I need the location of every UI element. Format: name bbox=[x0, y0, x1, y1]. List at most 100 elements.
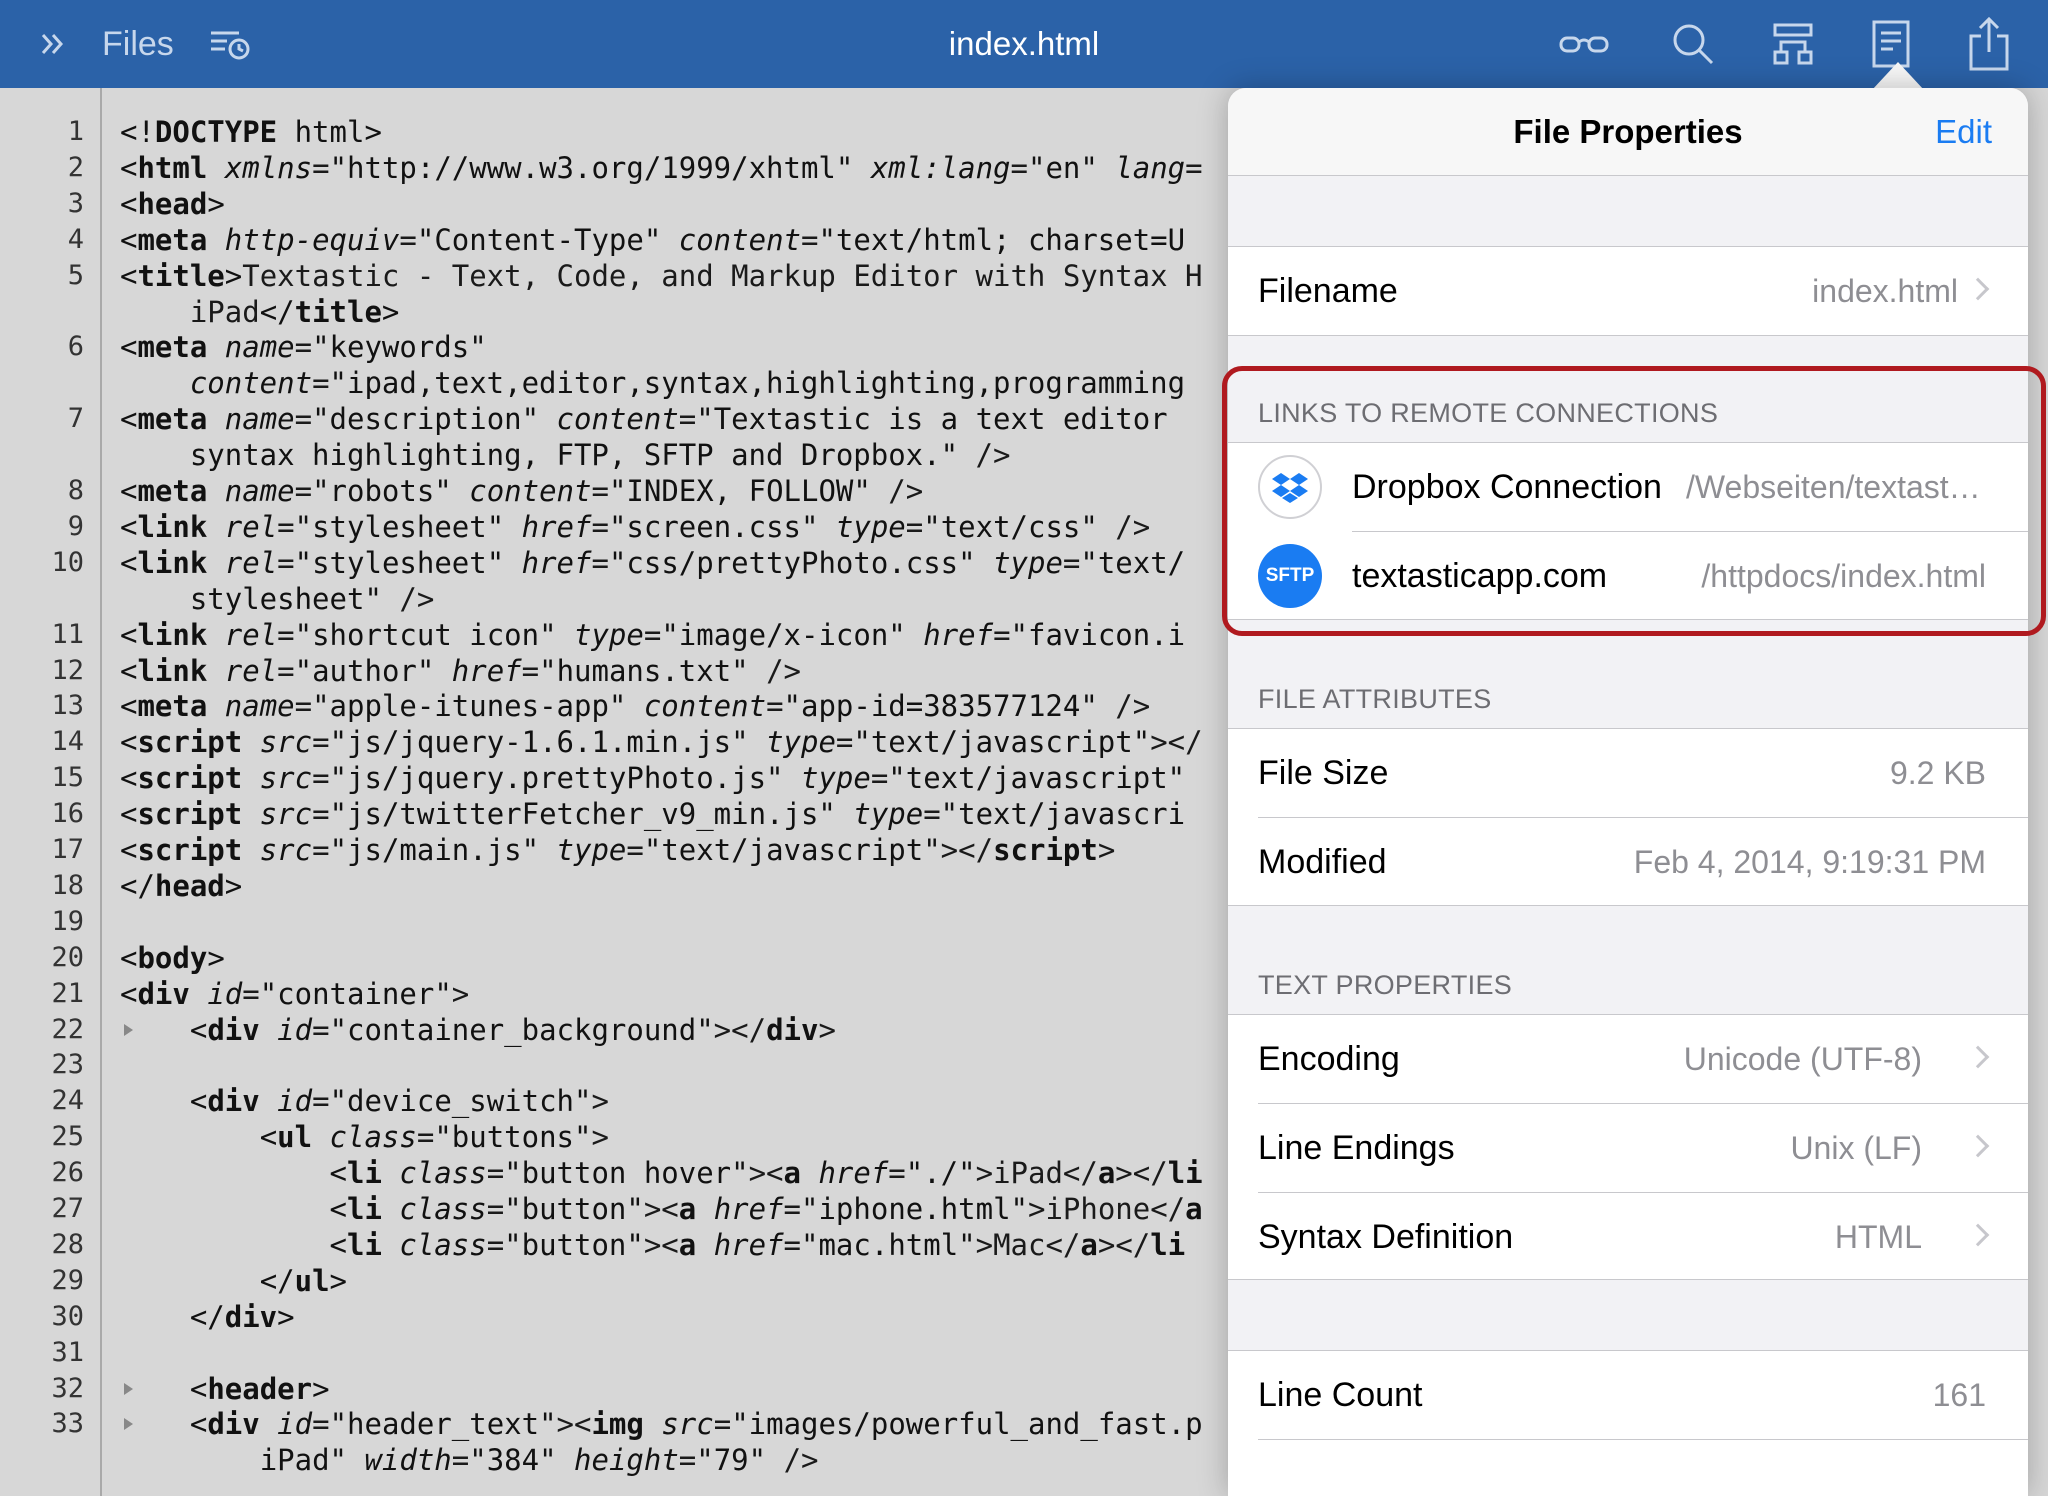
chevron-right-icon bbox=[1966, 1223, 1990, 1247]
remote-connections-group: Dropbox Connection /Webseiten/textastic/… bbox=[1228, 442, 2028, 620]
sftp-badge-text: SFTP bbox=[1265, 565, 1315, 586]
code-line: <meta name="apple-itunes-app" content="a… bbox=[120, 689, 1151, 724]
code-line: <link rel="shortcut icon" type="image/x-… bbox=[120, 617, 1186, 652]
line-number: 27 bbox=[51, 1193, 84, 1224]
search-icon[interactable] bbox=[1668, 0, 1718, 88]
filename-label: Filename bbox=[1258, 272, 1398, 310]
line-endings-row[interactable]: Line Endings Unix (LF) bbox=[1228, 1104, 2028, 1192]
sftp-connection-row[interactable]: SFTP textasticapp.com /httpdocs/index.ht… bbox=[1228, 532, 2028, 620]
line-number: 18 bbox=[51, 869, 84, 901]
dropbox-icon bbox=[1258, 455, 1322, 519]
popover-arrow bbox=[1872, 62, 1924, 90]
preview-glasses-icon[interactable] bbox=[1556, 0, 1612, 88]
modified-row: Modified Feb 4, 2014, 9:19:31 PM bbox=[1228, 818, 2028, 906]
line-number: 12 bbox=[51, 654, 84, 686]
code-line: <div id="container_background"></div> bbox=[189, 1012, 836, 1047]
filename-row[interactable]: Filename index.html bbox=[1228, 247, 2028, 335]
modified-value: Feb 4, 2014, 9:19:31 PM bbox=[1633, 844, 1986, 880]
code-line: <meta name="robots" content="INDEX, FOLL… bbox=[120, 474, 924, 508]
line-number: 29 bbox=[51, 1264, 84, 1296]
dropbox-connection-name: Dropbox Connection bbox=[1352, 468, 1662, 506]
code-line: <link rel="stylesheet" href="css/prettyP… bbox=[120, 545, 1186, 580]
code-line: <link rel="stylesheet" href="screen.css"… bbox=[120, 509, 1151, 544]
line-count-label: Line Count bbox=[1258, 1376, 1423, 1414]
filename-group: Filename index.html bbox=[1228, 246, 2028, 336]
code-line: <meta http-equiv="Content-Type" content=… bbox=[120, 222, 1186, 257]
code-line: syntax highlighting, FTP, SFTP and Dropb… bbox=[189, 438, 1011, 473]
line-number: 33 bbox=[51, 1408, 84, 1440]
text-properties-header: TEXT PROPERTIES bbox=[1258, 970, 1513, 1000]
code-line: <div id="device_switch"> bbox=[189, 1084, 609, 1119]
files-button[interactable]: Files bbox=[102, 0, 174, 88]
code-line: <li class="button"><a href="iphone.html"… bbox=[329, 1192, 1203, 1226]
expand-sidebar-icon[interactable] bbox=[30, 0, 74, 88]
code-line: </ul> bbox=[259, 1263, 347, 1298]
code-line: <li class="button hover"><a href="./">iP… bbox=[329, 1156, 1203, 1191]
code-line: <script src="js/jquery-1.6.1.min.js" typ… bbox=[120, 725, 1203, 760]
file-size-label: File Size bbox=[1258, 754, 1389, 792]
line-number: 2 bbox=[67, 151, 84, 183]
code-line: <title>Textastic - Text, Code, and Marku… bbox=[120, 258, 1203, 293]
line-number: 32 bbox=[51, 1372, 84, 1404]
line-number: 6 bbox=[67, 331, 84, 363]
document-title: index.html bbox=[948, 25, 1100, 62]
remote-connections-header: LINKS TO REMOTE CONNECTIONS bbox=[1258, 398, 1719, 428]
toolbar-title-wrap: index.html bbox=[0, 0, 2048, 88]
sftp-connection-name: textasticapp.com bbox=[1352, 557, 1608, 595]
code-line: <script src="js/jquery.prettyPhoto.js" t… bbox=[120, 761, 1186, 796]
encoding-row[interactable]: Encoding Unicode (UTF-8) bbox=[1228, 1015, 2028, 1103]
line-number: 5 bbox=[67, 259, 84, 291]
divider bbox=[1258, 1439, 2028, 1440]
code-line: </div> bbox=[189, 1299, 295, 1334]
popover-header: File Properties Edit bbox=[1228, 88, 2028, 176]
line-number: 24 bbox=[51, 1085, 84, 1117]
line-number: 30 bbox=[51, 1300, 84, 1332]
chevron-right-icon bbox=[1966, 1134, 1990, 1158]
code-line: <script src="js/twitterFetcher_v9_min.js… bbox=[120, 797, 1186, 832]
filename-value: index.html bbox=[1812, 273, 1958, 309]
code-line: <!DOCTYPE html> bbox=[120, 115, 382, 149]
popover-title: File Properties bbox=[1513, 113, 1743, 150]
line-number: 14 bbox=[51, 726, 84, 758]
line-number: 19 bbox=[51, 905, 84, 937]
code-line: </head> bbox=[120, 868, 243, 903]
sftp-connection-path: /httpdocs/index.html bbox=[1701, 558, 1986, 594]
edit-button[interactable]: Edit bbox=[1935, 88, 1992, 176]
code-line: <meta name="keywords" bbox=[120, 330, 487, 365]
toolbar: Files index.html bbox=[0, 0, 2048, 88]
syntax-definition-value: HTML bbox=[1834, 1219, 1922, 1255]
line-number: 23 bbox=[51, 1049, 84, 1081]
code-line: <link rel="author" href="humans.txt" /> bbox=[120, 653, 802, 688]
line-number: 7 bbox=[67, 403, 84, 435]
code-line: iPad</title> bbox=[120, 294, 400, 329]
encoding-label: Encoding bbox=[1258, 1040, 1400, 1078]
line-number: 31 bbox=[51, 1336, 84, 1368]
syntax-definition-label: Syntax Definition bbox=[1258, 1218, 1514, 1256]
share-icon[interactable] bbox=[1964, 0, 2014, 88]
text-properties-group: Encoding Unicode (UTF-8) Line Endings Un… bbox=[1228, 1014, 2028, 1280]
sftp-icon: SFTP bbox=[1258, 544, 1322, 608]
chevron-right-icon bbox=[1966, 277, 1990, 301]
recent-files-icon[interactable] bbox=[208, 0, 254, 88]
line-number: 25 bbox=[51, 1121, 84, 1153]
line-number: 16 bbox=[51, 798, 84, 830]
code-line: <div id="container"> bbox=[120, 976, 470, 1011]
code-line: iPad" width="384" height="79" /> bbox=[259, 1443, 819, 1478]
code-line: <body> bbox=[120, 940, 225, 975]
line-number: 1 bbox=[67, 116, 84, 147]
chevron-right-icon bbox=[1966, 1045, 1990, 1069]
encoding-value: Unicode (UTF-8) bbox=[1683, 1041, 1922, 1077]
line-number: 9 bbox=[67, 510, 84, 542]
code-line: <head> bbox=[120, 186, 225, 221]
line-number: 28 bbox=[51, 1228, 84, 1260]
syntax-definition-row[interactable]: Syntax Definition HTML bbox=[1228, 1193, 2028, 1281]
line-number: 17 bbox=[51, 834, 84, 865]
dropbox-connection-row[interactable]: Dropbox Connection /Webseiten/textastic/… bbox=[1228, 443, 2028, 531]
line-number: 26 bbox=[51, 1157, 84, 1189]
symbols-icon[interactable] bbox=[1768, 0, 1818, 88]
code-line: <ul class="buttons"> bbox=[259, 1120, 609, 1155]
dropbox-connection-path: /Webseiten/textastic/index.html bbox=[1686, 469, 1986, 505]
line-number: 8 bbox=[67, 475, 84, 506]
file-size-value: 9.2 KB bbox=[1889, 755, 1986, 791]
code-line: <meta name="description" content="Textas… bbox=[120, 402, 1186, 437]
